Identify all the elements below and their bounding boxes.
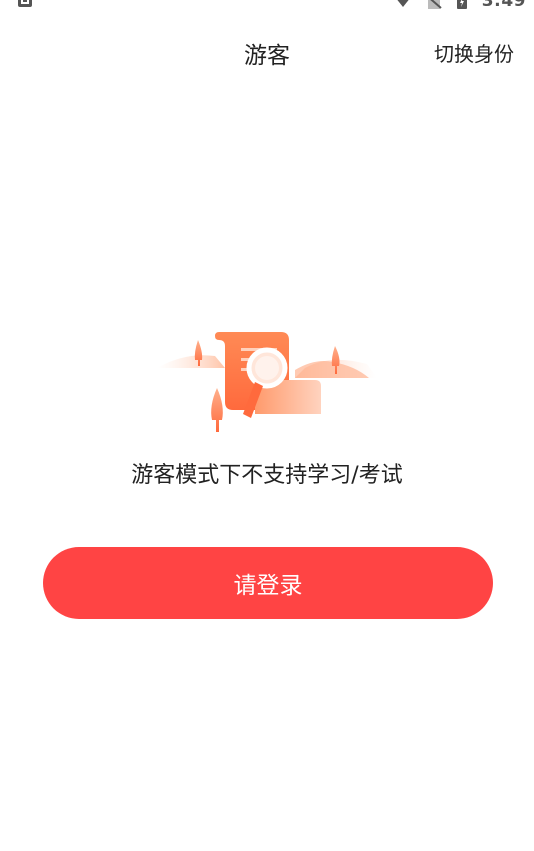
notification-icon bbox=[18, 0, 32, 7]
header: 游客 切换身份 bbox=[0, 28, 534, 76]
switch-identity-button[interactable]: 切换身份 bbox=[434, 38, 514, 67]
wifi-icon bbox=[397, 0, 409, 7]
status-bar: 3:49 bbox=[0, 0, 534, 12]
login-button[interactable]: 请登录 bbox=[43, 547, 493, 619]
login-button-label: 请登录 bbox=[233, 573, 303, 599]
battery-icon bbox=[456, 0, 467, 9]
empty-state-message: 游客模式下不支持学习/考试 bbox=[131, 463, 403, 488]
document-search-illustration bbox=[157, 332, 377, 432]
screen: 3:49 游客 切换身份 游客模式下不支持学习/考试 请登录 bbox=[0, 0, 534, 851]
status-icons: 3:49 bbox=[394, 0, 526, 11]
no-sim-icon bbox=[427, 0, 442, 9]
status-time: 3:49 bbox=[481, 0, 526, 11]
